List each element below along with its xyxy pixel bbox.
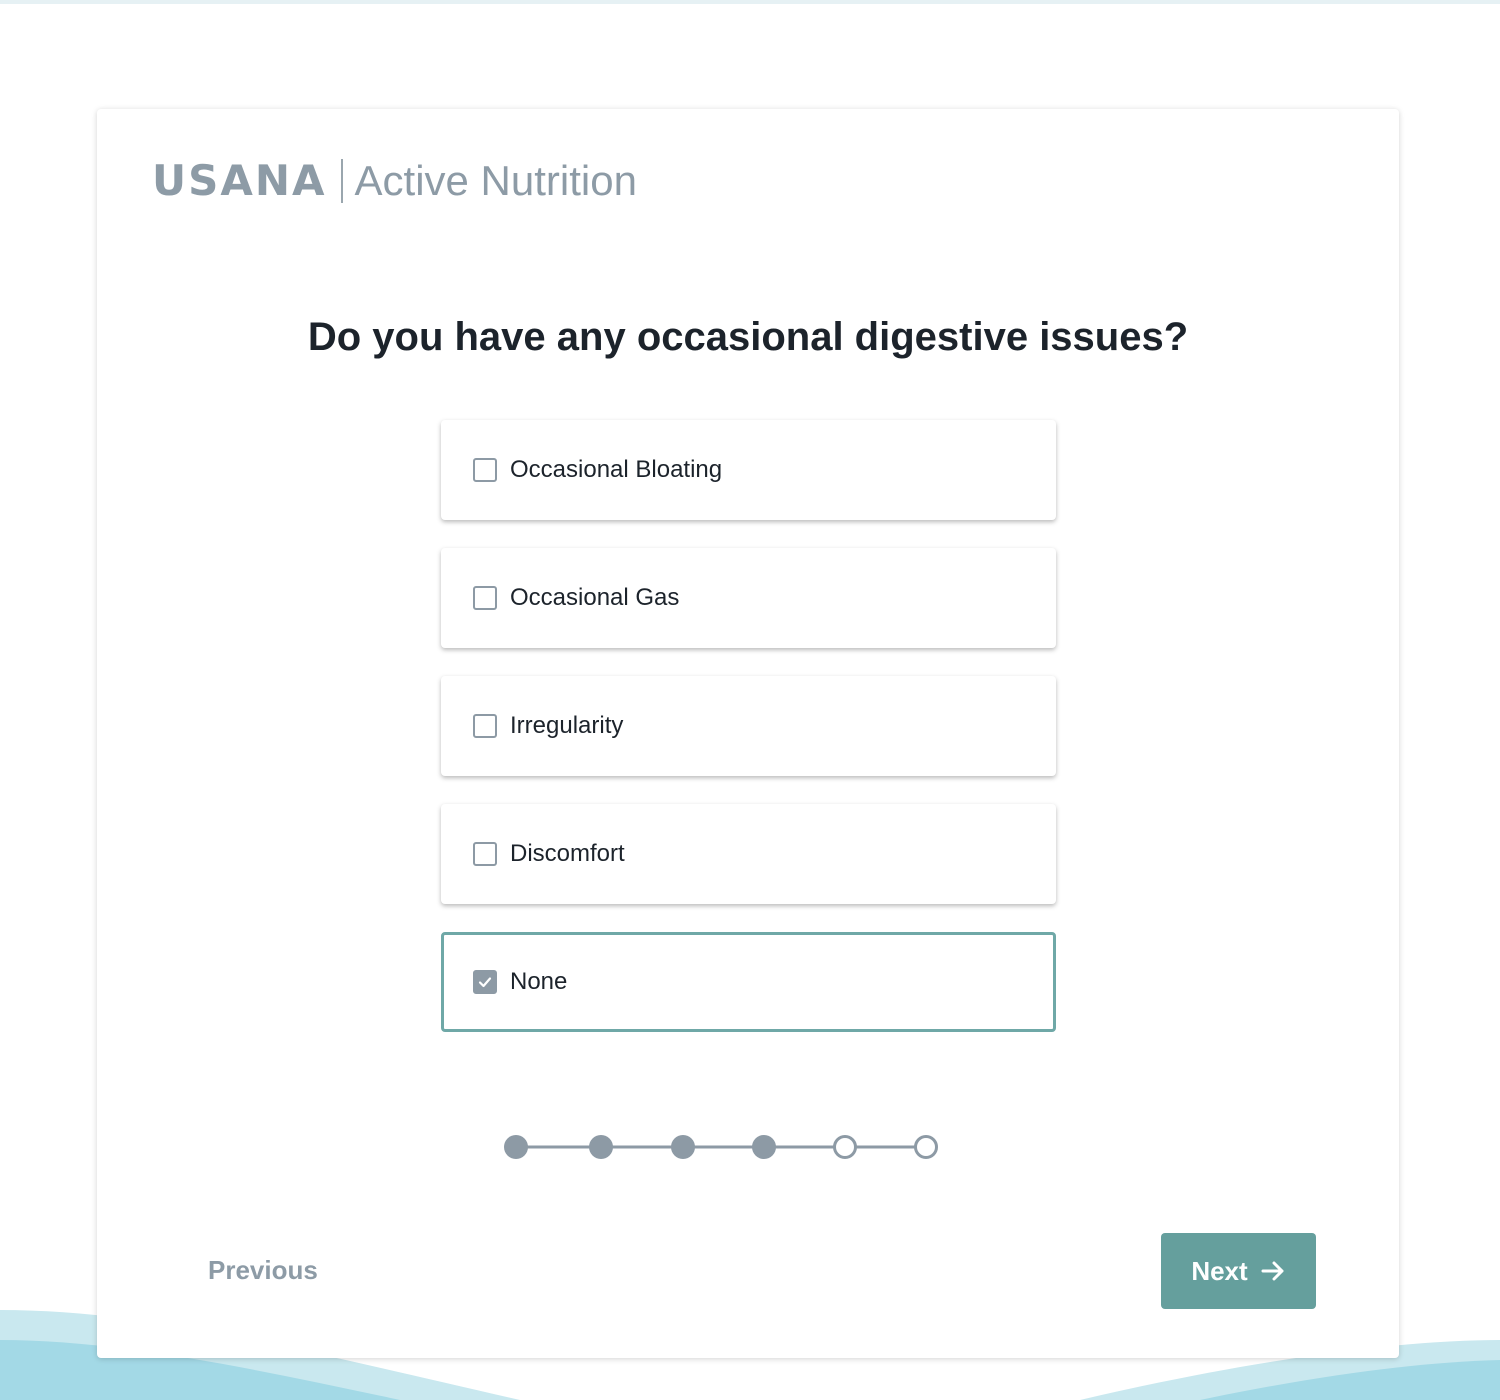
previous-button[interactable]: Previous [208,1255,318,1286]
progress-step-completed [752,1135,776,1159]
option-label: Discomfort [510,840,625,867]
next-button[interactable]: Next [1161,1233,1316,1309]
checkbox-icon[interactable] [473,842,497,866]
page: USANA Active Nutrition Do you have any o… [0,0,1500,1400]
top-strip [0,0,1500,4]
option-none[interactable]: None [441,932,1056,1032]
checkbox-icon[interactable] [473,714,497,738]
usana-logo: USANA [152,156,327,205]
brand-subtitle: Active Nutrition [354,157,637,204]
checkbox-icon[interactable] [473,586,497,610]
progress-step-completed [504,1135,528,1159]
progress-step-pending [833,1135,857,1159]
option-label: Occasional Gas [510,584,680,611]
brand-header: USANA Active Nutrition [152,153,637,209]
progress-stepper [504,1135,938,1159]
option-irregularity[interactable]: Irregularity [441,676,1056,776]
option-discomfort[interactable]: Discomfort [441,804,1056,904]
progress-step-pending [914,1135,938,1159]
checkbox-checked-icon[interactable] [473,970,497,994]
option-label: None [510,968,568,995]
questionnaire-card: USANA Active Nutrition Do you have any o… [97,109,1399,1358]
next-button-label: Next [1191,1255,1248,1286]
brand-divider [340,159,343,203]
options-list: Occasional Bloating Occasional Gas Irreg… [441,420,1056,1060]
option-label: Occasional Bloating [510,456,723,483]
arrow-right-icon [1261,1261,1284,1281]
option-occasional-gas[interactable]: Occasional Gas [441,548,1056,648]
option-occasional-bloating[interactable]: Occasional Bloating [441,420,1056,520]
checkbox-icon[interactable] [473,458,497,482]
question-title: Do you have any occasional digestive iss… [307,315,1189,359]
progress-step-completed [589,1135,613,1159]
option-label: Irregularity [510,712,624,739]
progress-step-completed [671,1135,695,1159]
check-icon [478,977,492,988]
